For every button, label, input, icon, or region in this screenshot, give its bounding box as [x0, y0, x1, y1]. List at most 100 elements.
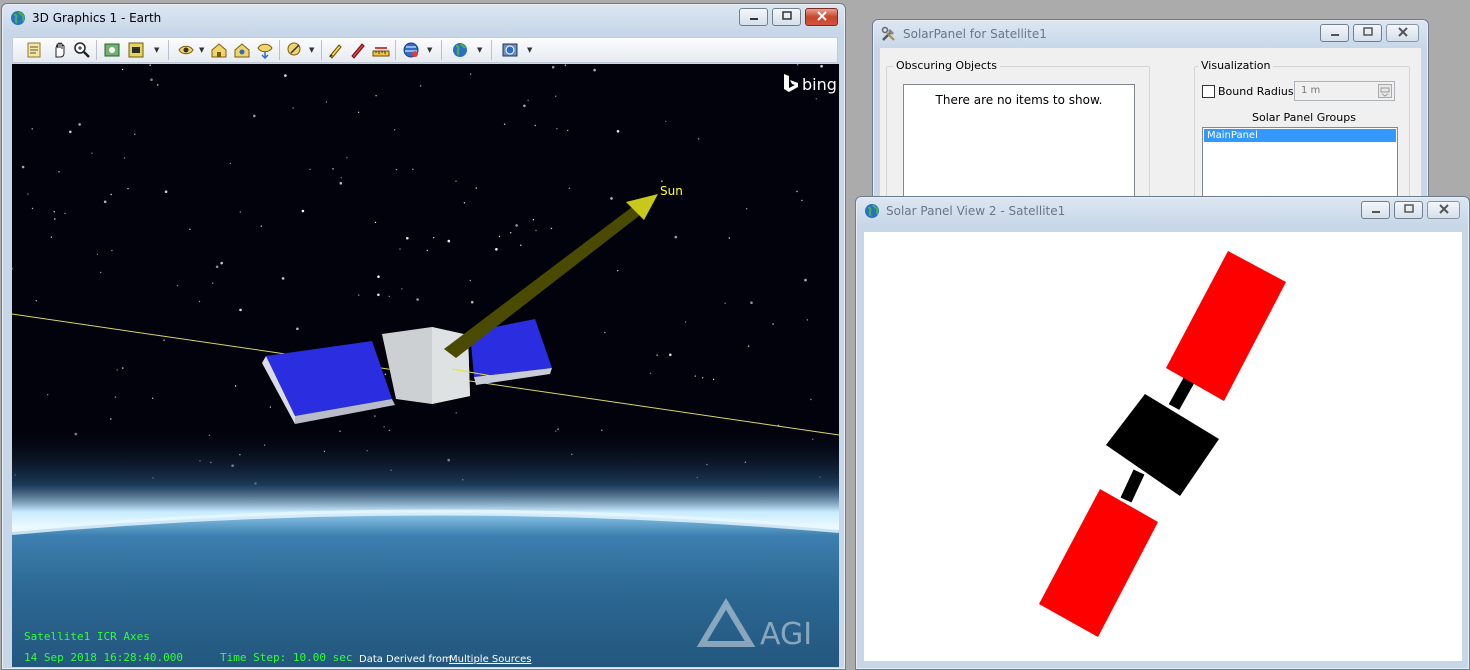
hud-date: 14 Sep 2018 16:28:40.000 — [24, 651, 183, 664]
chevron-down-icon[interactable]: ▼ — [527, 46, 534, 54]
star — [815, 98, 817, 100]
star — [747, 345, 750, 347]
star — [253, 114, 256, 118]
star — [31, 128, 33, 130]
star — [616, 130, 620, 133]
attribution-text: Data Derived from — [359, 654, 452, 665]
chevron-down-icon[interactable]: ▼ — [154, 46, 161, 54]
star — [426, 249, 428, 252]
view-icon[interactable] — [103, 41, 121, 59]
toolbar-separator — [441, 40, 442, 60]
star — [724, 302, 726, 304]
properties-icon[interactable] — [25, 41, 43, 59]
map-icon[interactable] — [501, 41, 519, 59]
star — [694, 375, 696, 377]
star — [377, 293, 380, 297]
minimize-button[interactable] — [1320, 24, 1349, 42]
graphics-titlebar[interactable]: 3D Graphics 1 - Earth — [2, 4, 845, 32]
star — [796, 190, 798, 193]
chevron-down-icon[interactable]: ▼ — [199, 46, 206, 54]
star — [455, 412, 457, 414]
star — [532, 219, 535, 221]
star — [346, 157, 348, 159]
objects-view-icon[interactable] — [233, 41, 251, 59]
star — [593, 68, 596, 72]
star — [515, 224, 518, 227]
star — [163, 339, 165, 341]
star — [534, 124, 536, 127]
star — [134, 133, 136, 135]
zoom-icon[interactable] — [73, 41, 91, 59]
star — [551, 65, 555, 69]
star — [198, 300, 201, 303]
star — [269, 406, 272, 408]
graphics-title: 3D Graphics 1 - Earth — [32, 11, 162, 25]
star — [810, 398, 812, 401]
ruler-icon[interactable] — [372, 41, 390, 59]
attribution-link[interactable]: Multiple Sources — [449, 654, 531, 665]
star — [122, 367, 124, 369]
star — [498, 235, 501, 238]
close-button[interactable] — [805, 8, 838, 26]
minimize-button[interactable] — [1361, 201, 1390, 219]
chevron-down-icon[interactable]: ▼ — [309, 46, 316, 54]
solar-panel-view-titlebar[interactable]: Solar Panel View 2 - Satellite1 — [856, 197, 1469, 225]
star — [455, 180, 457, 182]
screenshot-icon[interactable] — [127, 41, 145, 59]
star — [91, 152, 93, 154]
eye-view-icon[interactable] — [177, 41, 195, 59]
star — [58, 171, 60, 173]
globe-icon[interactable] — [402, 41, 420, 59]
maximize-button[interactable] — [1353, 24, 1382, 42]
restore-icon — [1362, 27, 1373, 36]
star — [661, 180, 663, 182]
bound-radius-checkbox[interactable] — [1202, 85, 1215, 98]
maximize-button[interactable] — [1394, 201, 1423, 219]
3d-viewport[interactable]: Sun bing AGI Satellite1 ICR Axes 14 Sep … — [12, 64, 839, 667]
group-item-mainpanel[interactable]: MainPanel — [1204, 129, 1396, 142]
star — [674, 235, 678, 239]
star — [433, 237, 435, 239]
pan-icon[interactable] — [51, 41, 69, 59]
scene-canvas[interactable]: Sun bing AGI Satellite1 ICR Axes 14 Sep … — [12, 64, 839, 667]
units-button[interactable] — [1378, 84, 1392, 98]
star — [121, 68, 124, 71]
maximize-button[interactable] — [772, 8, 801, 26]
star — [31, 207, 34, 210]
earth-icon[interactable] — [451, 41, 469, 59]
minimize-icon — [749, 18, 758, 20]
star — [495, 248, 498, 251]
solar-panel-tool-titlebar[interactable]: SolarPanel for Satellite1 — [873, 20, 1428, 48]
star — [796, 64, 799, 66]
solar-panel-view-canvas[interactable] — [864, 232, 1462, 661]
star — [212, 282, 214, 284]
solar-panel-tool-client: Obscuring Objects There are no items to … — [880, 48, 1421, 219]
minimize-button[interactable] — [739, 8, 768, 26]
star — [69, 130, 72, 134]
star — [260, 225, 262, 227]
star — [394, 129, 396, 131]
bound-radius-field[interactable]: 1 m — [1294, 81, 1395, 101]
star — [617, 270, 619, 272]
home-view-icon[interactable] — [210, 41, 228, 59]
measure-icon[interactable] — [286, 41, 304, 59]
brush-icon[interactable] — [326, 41, 344, 59]
pencil-icon[interactable] — [349, 41, 367, 59]
star — [395, 168, 398, 171]
star — [567, 129, 569, 132]
star — [292, 107, 294, 109]
svg-text:AGI: AGI — [760, 617, 812, 652]
star — [215, 265, 219, 269]
look-at-icon[interactable] — [256, 41, 274, 59]
bound-radius-label: Bound Radius: — [1218, 85, 1298, 98]
toolbar-separator — [168, 40, 169, 60]
star — [150, 78, 153, 81]
chevron-down-icon[interactable]: ▼ — [427, 46, 434, 54]
star — [412, 168, 414, 170]
chevron-down-icon[interactable]: ▼ — [477, 46, 484, 54]
solar-panel-tool-window: SolarPanel for Satellite1 Obscuring Obje… — [872, 19, 1429, 219]
close-button[interactable] — [1386, 24, 1419, 42]
close-button[interactable] — [1427, 201, 1460, 219]
tools-icon — [881, 26, 895, 41]
star — [550, 227, 553, 230]
